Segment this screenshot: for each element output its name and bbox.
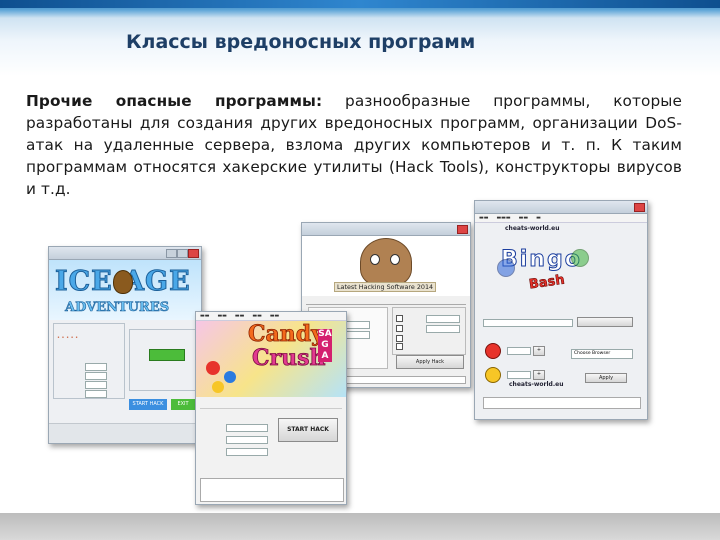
slide-lead: Прочие опасные программы: [26,92,323,110]
pou-apply-button: Apply Hack [396,355,464,369]
bingo-select: Choose Browser [571,349,633,359]
candy-logo-word2: Crush [252,345,326,372]
candy-crush-hack-screenshot: ▬▬ ▬▬ ▬▬ ▬▬ ▬▬ Candy Crush SAGA START HACK [195,311,347,505]
candy-logo-word3: SAGA [318,329,332,362]
bingo-logo-word2: Bash [528,272,566,293]
close-icon [457,225,468,234]
candy-banner: Candy Crush SAGA [196,321,346,397]
bingo-bash-hack-screenshot: ▬▬ ▬▬▬ ▬▬ ▬ cheats-world.eu Bingo Bash + + … [474,200,648,420]
bingo-ball-icon-red [485,343,501,359]
pou-checkbox-3 [396,335,403,342]
close-icon [634,203,645,212]
candy-piece-yellow [212,381,224,393]
pou-tabs [306,297,466,305]
pou-titlebar [302,223,470,236]
pou-field-4 [426,325,460,333]
bingo-select-value: Choose Browser [574,351,611,356]
candy-logo-word1: Candy [248,321,325,348]
bingo-site-bottom: cheats-world.eu [509,381,564,388]
candy-piece-red [206,361,220,375]
bingo-input-2 [507,347,531,355]
minimize-icon [166,249,177,258]
maximize-icon [177,249,188,258]
pou-checkbox-2 [396,325,403,332]
bingo-apply-button: Apply [585,373,627,383]
bingo-menu-bar: ▬▬ ▬▬▬ ▬▬ ▬ [475,214,647,223]
slide-body: Прочие опасные программы: разнообразные … [26,90,682,200]
pou-eye-right [390,254,400,265]
pou-field-3 [426,315,460,323]
candy-field-1 [226,424,268,432]
ice-age-field-1 [85,363,107,371]
pou-checkbox-1 [396,315,403,322]
ice-age-label: • • • • • [57,335,79,341]
bingo-plus-button-1: + [533,346,545,356]
bingo-small-button [577,317,633,327]
bingo-ball-b [497,259,515,277]
candy-menu-bar: ▬▬ ▬▬ ▬▬ ▬▬ ▬▬ [196,312,346,321]
ice-age-start-button: START HACK [129,399,167,410]
pou-banner: Latest Hacking Software 2014 [302,236,470,296]
pou-character [360,238,412,286]
candy-field-3 [226,448,268,456]
candy-log-panel [200,478,344,502]
bingo-ball-n [571,249,589,267]
bingo-ball-icon-yellow [485,367,501,383]
candy-piece-blue [224,371,236,383]
candy-field-2 [226,436,268,444]
bingo-plus-button-2: + [533,370,545,380]
pou-banner-text: Latest Hacking Software 2014 [334,282,437,292]
ice-age-field-2 [85,372,107,380]
bingo-site-top: cheats-world.eu [505,225,560,232]
bingo-titlebar [475,201,647,214]
candy-start-button: START HACK [278,418,338,442]
ice-age-green-button [149,349,185,361]
ice-age-hack-screenshot: ICE AGE ADVENTURES • • • • • START HACK … [48,246,202,444]
candy-options-row [200,400,342,409]
ice-age-logo-line2: ADVENTURES [65,300,170,316]
bingo-input-3 [507,371,531,379]
bingo-progress [483,397,641,409]
bingo-input-1 [483,319,573,327]
pou-checkbox-4 [396,343,403,350]
slide-title: Классы вредоносных программ [126,31,476,53]
ice-age-field-3 [85,381,107,389]
footer-band [0,513,720,540]
ice-age-field-4 [85,390,107,398]
ice-age-footer [49,423,201,443]
pou-eye-left [370,254,380,265]
ice-age-banner: ICE AGE ADVENTURES [49,260,201,320]
header-stripe [0,0,720,8]
ice-age-titlebar [49,247,201,260]
acorn-icon [113,270,133,294]
close-icon [188,249,199,258]
ice-age-exit-button: EXIT [171,399,195,410]
